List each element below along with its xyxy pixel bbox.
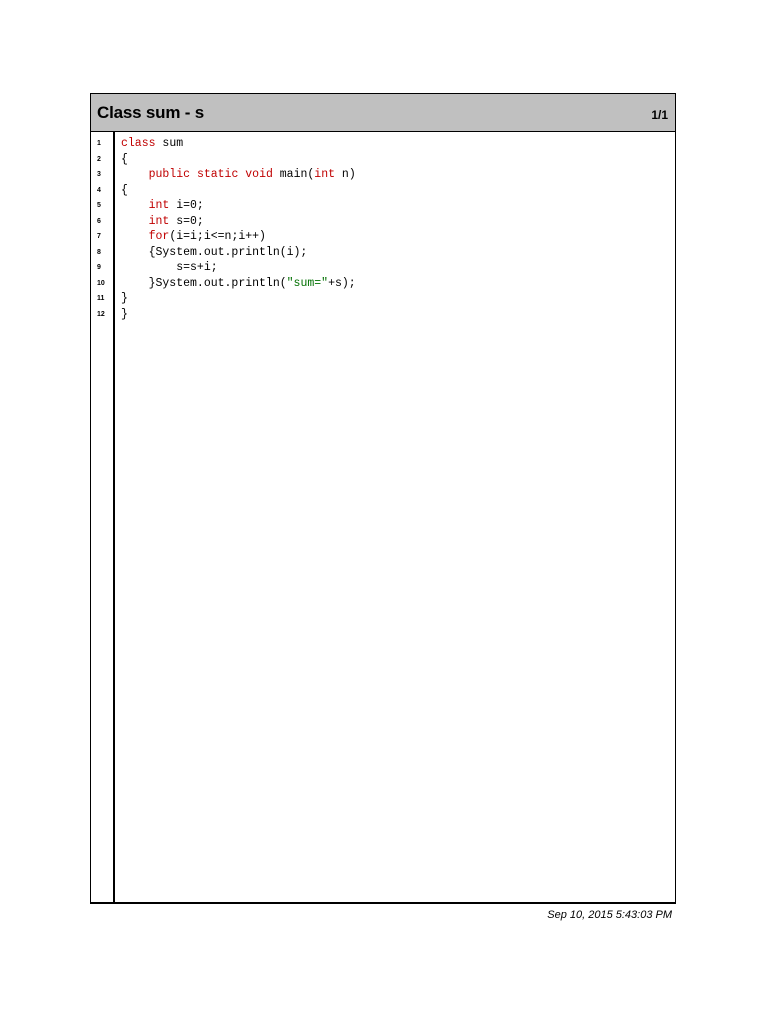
code-line: int i=0; [121,198,204,214]
line-number: 9 [97,264,101,271]
code-token: i=0; [169,199,204,212]
code-token: } [121,292,128,305]
line-number-gutter: 1 2 3 4 5 6 7 8 9 10 11 12 [91,132,115,902]
line-number: 11 [97,295,105,302]
code-line: public static void main(int n) [121,167,356,183]
line-number: 8 [97,248,101,256]
keyword-token: void [245,168,273,181]
line-number: 2 [97,155,101,163]
line-number: 4 [97,186,101,194]
keyword-token: for [148,230,170,243]
code-token: main( [272,168,315,181]
line-number: 10 [97,279,105,287]
keyword-token: int [314,168,336,181]
code-line: int s=0; [121,214,204,230]
code-line: for(i=i;i<=n;i++) [121,229,266,245]
code-line: {System.out.println(i); [121,245,308,261]
print-timestamp: Sep 10, 2015 5:43:03 PM [547,909,672,921]
line-number: 3 [97,171,101,178]
code-line: { [121,183,128,199]
code-line: }System.out.println("sum="+s); [121,276,356,292]
code-token: sum [155,137,184,150]
string-token: "sum=" [286,276,329,290]
keyword-token: int [148,199,170,212]
page-number: 1/1 [651,108,668,122]
code-token: {System.out.println(i); [121,245,308,259]
line-number: 1 [97,140,101,147]
keyword-token: static [196,168,239,181]
code-token: { [121,183,128,197]
file-header: Class sum - s 1/1 [91,94,675,132]
code-line: } [121,291,128,307]
keyword-token: int [148,214,170,228]
line-number: 7 [97,233,101,240]
keyword-token: class [121,137,156,150]
line-number: 6 [97,217,101,225]
code-token: { [121,152,128,166]
code-token: }System.out.println( [121,276,287,290]
keyword-token: public [148,168,191,181]
code-token: } [121,307,128,321]
code-token: s=s+i; [121,261,218,274]
code-printout-frame: Class sum - s 1/1 1 2 3 4 5 6 7 8 9 10 11 12 class … [90,93,676,904]
code-token: n) [335,168,356,181]
file-title: Class sum - s [97,103,205,122]
code-line: class sum [121,136,183,152]
code-token: +s); [328,276,356,290]
code-line: s=s+i; [121,260,218,276]
line-number: 12 [97,310,105,318]
line-number: 5 [97,202,101,209]
code-line: } [121,307,128,323]
code-token: (i=i;i<=n;i++) [169,230,266,243]
code-line: { [121,152,128,168]
code-token: s=0; [169,214,204,228]
